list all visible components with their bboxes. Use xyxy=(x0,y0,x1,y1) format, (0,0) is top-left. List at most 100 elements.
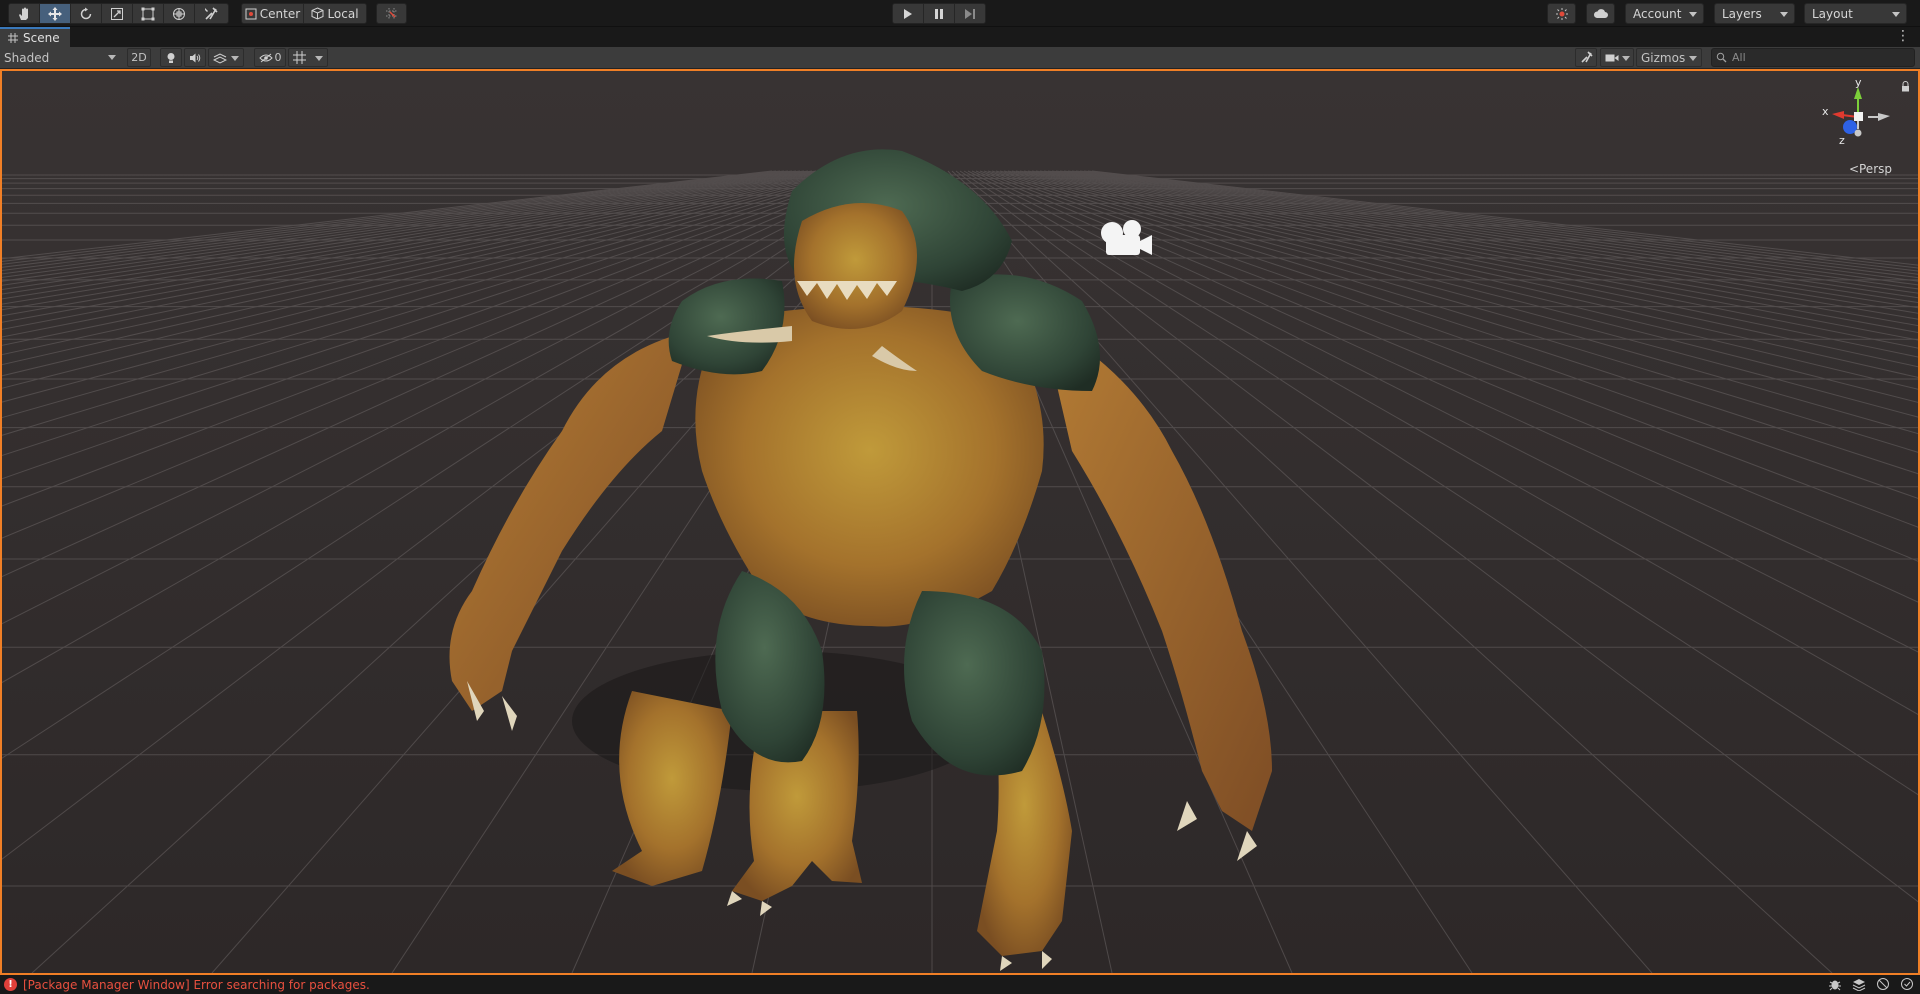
collab-controls xyxy=(1547,3,1576,24)
light-bulb-icon xyxy=(167,52,175,63)
scene-toolbar: Shaded 2D 0 Gizmos All xyxy=(0,47,1920,69)
collab-button[interactable] xyxy=(1548,4,1575,23)
pivot-center-icon xyxy=(245,8,257,19)
layers-stack-icon[interactable] xyxy=(1852,977,1866,991)
search-icon xyxy=(1716,52,1727,63)
chevron-down-icon xyxy=(1689,56,1697,61)
tab-scene[interactable]: Scene xyxy=(0,27,70,47)
chevron-down-icon xyxy=(231,56,239,61)
rect-transform-icon xyxy=(141,7,155,20)
cube-icon xyxy=(311,7,324,20)
status-bar: ! [Package Manager Window] Error searchi… xyxy=(0,975,1920,994)
play-icon xyxy=(904,8,912,19)
axis-y-label: y xyxy=(1855,77,1862,89)
grid-snap-icon xyxy=(385,7,398,20)
layout-dropdown[interactable]: Layout xyxy=(1804,3,1907,24)
tools-icon xyxy=(204,6,218,20)
tab-strip: Scene ⋮ xyxy=(0,27,1920,47)
transform-tool-button[interactable] xyxy=(164,4,195,23)
collab-icon xyxy=(1555,7,1568,20)
audio-toggle[interactable] xyxy=(184,48,206,67)
gizmo-center-cube[interactable] xyxy=(1854,112,1863,121)
pivot-controls: Center Local xyxy=(241,3,367,24)
scene-grid-icon xyxy=(8,33,18,43)
speaker-icon xyxy=(190,53,201,62)
custom-tool-button[interactable] xyxy=(195,4,226,23)
move-tool-button[interactable] xyxy=(40,4,71,23)
toggle-2d-label: 2D xyxy=(131,51,147,64)
camera-settings-dropdown[interactable] xyxy=(1600,48,1634,67)
gizmos-dropdown[interactable]: Gizmos xyxy=(1636,48,1702,67)
pause-button[interactable] xyxy=(924,4,955,23)
lighting-toggle[interactable] xyxy=(160,48,182,67)
account-label: Account xyxy=(1633,6,1682,21)
chevron-down-icon xyxy=(108,55,116,60)
rotate-tool-button[interactable] xyxy=(71,4,102,23)
progress-icon[interactable] xyxy=(1876,977,1890,991)
chevron-down-icon xyxy=(1622,56,1630,61)
toggle-2d-button[interactable]: 2D xyxy=(127,48,151,67)
scene-viewport[interactable]: y x z <Persp xyxy=(0,69,1920,975)
pivot-rotation-label: Local xyxy=(327,6,359,21)
chevron-down-icon xyxy=(1689,12,1697,17)
chevron-down-icon xyxy=(1780,12,1788,17)
cloud-controls xyxy=(1586,3,1615,24)
pivot-rotation-button[interactable]: Local xyxy=(304,4,366,23)
gizmos-label: Gizmos xyxy=(1641,50,1686,65)
cloud-icon xyxy=(1593,8,1608,18)
auto-refresh-icon[interactable] xyxy=(1900,977,1914,991)
hand-icon xyxy=(19,7,28,20)
eye-hidden-icon xyxy=(258,53,273,62)
pivot-mode-label: Center xyxy=(259,6,301,21)
play-controls xyxy=(892,3,986,24)
rect-tool-button[interactable] xyxy=(133,4,164,23)
cloud-button[interactable] xyxy=(1587,4,1614,23)
play-button[interactable] xyxy=(893,4,924,23)
chevron-down-icon xyxy=(315,56,323,61)
kebab-menu-icon[interactable]: ⋮ xyxy=(1896,29,1910,43)
snap-controls xyxy=(376,3,407,24)
hand-tool-button[interactable] xyxy=(9,4,40,23)
step-button[interactable] xyxy=(955,4,985,23)
scene-search-input[interactable]: All xyxy=(1711,48,1915,67)
scene-tab-label: Scene xyxy=(23,31,60,45)
grid-icon xyxy=(293,51,306,64)
effects-dropdown[interactable] xyxy=(208,48,244,67)
rotate-icon xyxy=(80,7,92,19)
axis-neg-x-cone[interactable] xyxy=(1878,113,1890,121)
axis-x-cone[interactable] xyxy=(1832,111,1844,119)
layout-label: Layout xyxy=(1812,6,1853,21)
projection-toggle[interactable]: <Persp xyxy=(1849,162,1892,176)
scale-icon xyxy=(111,7,123,20)
draw-mode-label: Shaded xyxy=(4,50,50,65)
layers-dropdown[interactable]: Layers xyxy=(1714,3,1795,24)
wrench-icon xyxy=(1580,51,1593,63)
scene-tools-button[interactable] xyxy=(1575,48,1597,67)
draw-mode-dropdown[interactable]: Shaded xyxy=(0,48,122,67)
account-dropdown[interactable]: Account xyxy=(1625,3,1704,24)
head xyxy=(794,203,917,329)
search-placeholder: All xyxy=(1732,51,1746,64)
bug-icon[interactable] xyxy=(1828,977,1842,991)
hidden-count: 0 xyxy=(274,51,282,64)
effects-icon xyxy=(213,52,227,64)
lock-icon[interactable] xyxy=(1901,81,1910,92)
hidden-objects-toggle[interactable]: 0 xyxy=(254,48,286,67)
axis-x-label: x xyxy=(1822,105,1829,118)
chevron-down-icon xyxy=(1892,12,1900,17)
console-status-message[interactable]: [Package Manager Window] Error searching… xyxy=(23,978,370,992)
pivot-mode-button[interactable]: Center xyxy=(242,4,304,23)
main-toolbar: Center Local Account Layers Layout xyxy=(0,0,1920,27)
projection-label: Persp xyxy=(1859,162,1892,176)
orientation-gizmo[interactable]: y x z xyxy=(1820,77,1900,157)
scale-tool-button[interactable] xyxy=(102,4,133,23)
axis-z-label: z xyxy=(1839,134,1845,147)
move-icon xyxy=(48,6,62,21)
persp-icon: < xyxy=(1848,162,1859,176)
scene-canvas xyxy=(2,71,1918,973)
grid-snap-button[interactable] xyxy=(377,4,406,23)
camera-icon xyxy=(1605,54,1619,61)
grid-dropdown[interactable] xyxy=(288,48,328,67)
layers-label: Layers xyxy=(1722,6,1762,21)
error-icon[interactable]: ! xyxy=(4,978,17,991)
